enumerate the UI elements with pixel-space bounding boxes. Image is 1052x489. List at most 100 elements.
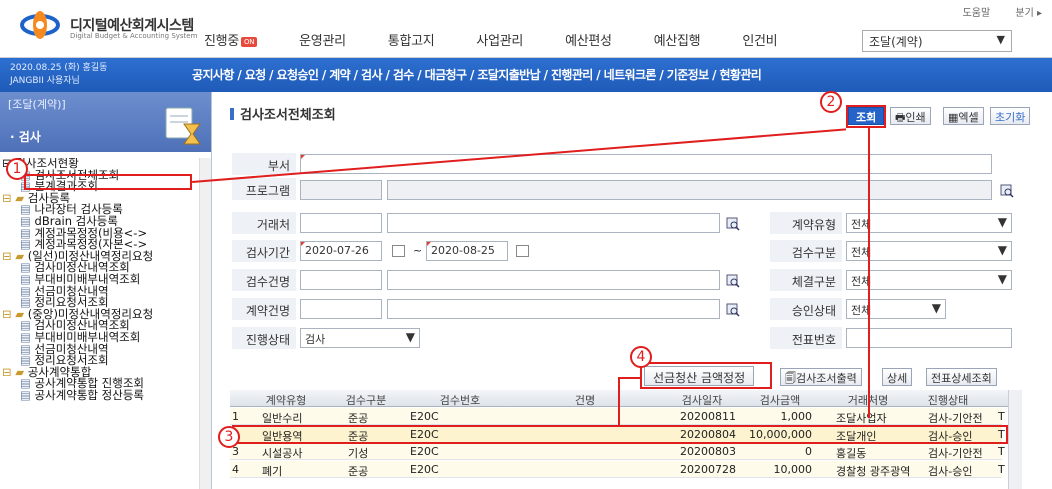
module-select[interactable]: 조달(계약) ▼ xyxy=(862,30,1012,52)
program-label: 프로그램 xyxy=(232,178,296,200)
calendar-icon[interactable] xyxy=(516,245,529,257)
reset-button[interactable]: 초기화 xyxy=(990,107,1031,125)
logo-subtitle: Digital Budget & Accounting System xyxy=(70,32,198,40)
col-status[interactable]: 진행상태 xyxy=(918,392,978,408)
col-inspect-amount[interactable]: 검사금액 xyxy=(750,392,810,408)
table-cell-amount: 1,000 xyxy=(780,410,813,423)
table-cell-extra: T xyxy=(998,445,1005,458)
table-cell-amount: 10,000 xyxy=(773,462,813,476)
sidebar-header: [조달(계약)] · 검사 xyxy=(0,92,211,152)
table-cell-kind: 기성 xyxy=(348,447,369,460)
conclusion-type-select[interactable]: 전체 ▼ xyxy=(846,270,1012,290)
nav-item-personnel[interactable]: 인건비 xyxy=(742,30,777,49)
calendar-icon[interactable] xyxy=(392,245,405,257)
excel-icon: ▦ xyxy=(948,111,959,124)
callout-badge-2: 2 xyxy=(820,91,842,113)
col-subject[interactable]: 건명 xyxy=(555,392,615,408)
table-cell-amount: 0 xyxy=(805,445,812,458)
vendor-code-input[interactable] xyxy=(300,213,382,233)
top-header: 디지털예산회계시스템 Digital Budget & Accounting S… xyxy=(0,0,1052,58)
voucher-detail-button[interactable]: 전표상세조회 xyxy=(926,368,997,386)
vendor-label: 거래처 xyxy=(232,212,296,234)
col-inspect-date[interactable]: 검사일자 xyxy=(672,392,732,408)
table-cell-type: 일반수리 xyxy=(262,412,303,425)
print-button[interactable]: 🖶인쇄 xyxy=(890,107,931,125)
approval-label: 승인상태 xyxy=(770,298,842,320)
table-cell-date: 20200803 xyxy=(680,445,736,458)
on-badge: ON xyxy=(240,36,258,47)
acceptance-type-select[interactable]: 전체 ▼ xyxy=(846,241,1012,261)
period-to-input[interactable]: 2020-08-25 xyxy=(426,241,508,261)
program-name-input[interactable] xyxy=(387,180,992,200)
search-icon[interactable] xyxy=(726,274,740,288)
nav-item-notice[interactable]: 통합고지 xyxy=(388,30,435,49)
menu-tree: ⊟ 검사조서현황▤ 검사조서전체조회▤ 분계결과조회⊟ ▰ 검사등록▤ 나라장터… xyxy=(0,158,200,401)
acceptance-code-input[interactable] xyxy=(300,270,382,290)
chevron-down-icon: ▼ xyxy=(997,272,1007,286)
detail-button[interactable]: 상세 xyxy=(882,368,913,386)
progress-select[interactable]: 검사 ▼ xyxy=(300,328,420,348)
chevron-down-icon: ▼ xyxy=(997,243,1007,257)
nav-item-budget-exec[interactable]: 예산집행 xyxy=(654,30,701,49)
chevron-down-icon: ▼ xyxy=(997,215,1007,229)
col-acceptance-kind[interactable]: 검수구분 xyxy=(338,392,394,408)
hourglass-icon xyxy=(165,107,201,145)
sidebar-item[interactable]: ▤ 공사계약통합 정산등록 xyxy=(0,389,200,402)
callout-badge-3: 3 xyxy=(218,426,240,448)
period-separator: ~ xyxy=(413,244,423,257)
date-user: 2020.08.25 (화) 홍길동 xyxy=(10,63,108,73)
col-contract-type[interactable]: 계약유형 xyxy=(258,392,314,408)
search-icon[interactable] xyxy=(726,217,740,231)
approval-select[interactable]: 전체 ▼ xyxy=(846,299,946,319)
nav-item-budget-plan[interactable]: 예산편성 xyxy=(565,30,612,49)
table-cell-date: 20200728 xyxy=(680,462,736,476)
callout-box-row xyxy=(232,425,1008,444)
contract-name-input[interactable] xyxy=(387,299,720,319)
table-row[interactable]: 3 시설공사 기성 E20C 20200803 0 홍길동 검사-기안전 T xyxy=(230,443,1005,460)
table-cell-extra: T xyxy=(998,410,1005,423)
sidebar-section: · 검사 xyxy=(10,130,41,144)
col-acceptance-no[interactable]: 검수번호 xyxy=(420,392,500,408)
excel-button[interactable]: ▦엑셀 xyxy=(943,107,984,125)
nav-item-business[interactable]: 사업관리 xyxy=(476,30,523,49)
callout-badge-1: 1 xyxy=(6,158,28,180)
period-from-input[interactable]: 2020-07-26 xyxy=(300,241,382,261)
callout-line-4b xyxy=(618,377,640,379)
help-link[interactable]: 도움말 xyxy=(963,8,991,19)
callout-line-4 xyxy=(618,378,620,426)
vendor-name-input[interactable] xyxy=(387,213,720,233)
table-cell-status: 검사-승인 xyxy=(928,464,973,478)
inspect-print-button[interactable]: 🗐검사조서출력 xyxy=(780,368,862,386)
grid-scrollbar[interactable] xyxy=(1008,390,1022,489)
table-cell-kind: 준공 xyxy=(348,412,369,425)
table-cell-type: 폐기 xyxy=(262,464,283,478)
quarter-link[interactable]: 분기 ▸ xyxy=(1015,8,1042,19)
search-icon[interactable] xyxy=(1000,184,1014,198)
acceptance-type-label: 검수구분 xyxy=(770,240,842,262)
table-cell-no: 1 xyxy=(232,410,239,423)
acceptance-name-input[interactable] xyxy=(387,270,720,290)
main-nav: 진행중 ON 운영관리 통합고지 사업관리 예산편성 예산집행 인건비 xyxy=(204,30,819,49)
page-title: 검사조서전체조회 xyxy=(230,104,336,123)
nav-item-operation[interactable]: 운영관리 xyxy=(299,30,346,49)
table-cell-vendor: 홍길동 xyxy=(836,447,867,460)
callout-box-search xyxy=(846,105,886,128)
submenu-links[interactable]: 공지사항 / 요청 / 요청승인 / 계약 / 검사 / 검수 / 대금청구 /… xyxy=(192,66,762,83)
callout-badge-4: 4 xyxy=(630,346,652,368)
contract-type-select[interactable]: 전체 ▼ xyxy=(846,213,1012,233)
table-row[interactable]: 4 폐기 준공 E20C 20200728 10,000 경찰청 광주광역 검사-승인 T xyxy=(230,460,1005,478)
callout-line-2 xyxy=(868,128,870,418)
program-code-input[interactable] xyxy=(300,180,382,200)
table-row[interactable]: 1 일반수리 준공 E20C 20200811 1,000 조달사업자 검사-기안전 T xyxy=(230,408,1005,425)
search-icon[interactable] xyxy=(726,303,740,317)
sidebar-category: [조달(계약)] xyxy=(8,98,66,111)
table-cell-status: 검사-기안전 xyxy=(928,412,983,425)
nav-item-progress[interactable]: 진행중 ON xyxy=(204,30,258,49)
utility-links: 도움말 분기 ▸ xyxy=(941,4,1042,19)
table-cell-code: E20C xyxy=(410,462,439,476)
callout-box-menu xyxy=(24,174,192,190)
table-cell-status: 검사-기안전 xyxy=(928,447,983,460)
contract-code-input[interactable] xyxy=(300,299,382,319)
sidebar-scrollbar[interactable] xyxy=(199,158,211,489)
voucher-input[interactable] xyxy=(846,328,1012,348)
